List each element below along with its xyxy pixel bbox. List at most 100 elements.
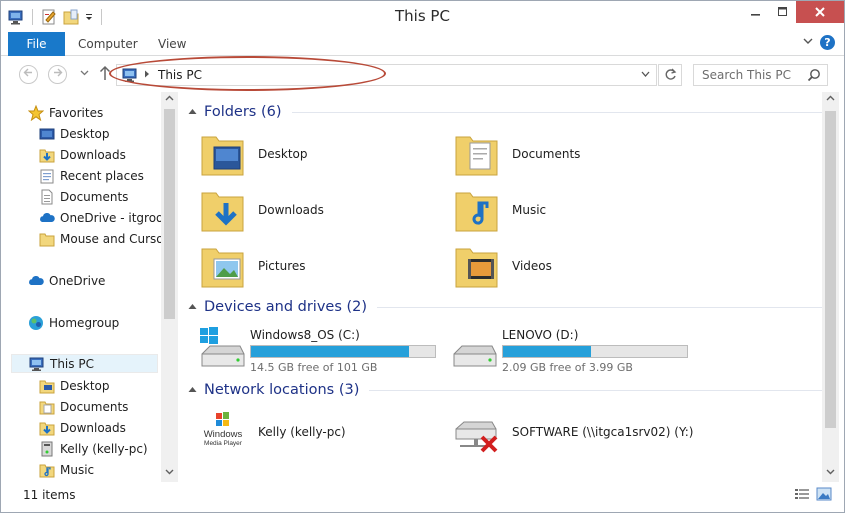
scrollbar-thumb[interactable] — [825, 111, 836, 428]
scroll-down-icon[interactable] — [822, 465, 839, 482]
explorer-window: This PC File Computer View ? This PC Sea… — [0, 0, 845, 513]
close-icon — [815, 7, 825, 17]
svg-text:Windows: Windows — [204, 429, 243, 440]
breadcrumb-chevron-icon[interactable] — [144, 70, 150, 80]
nav-item-homegroup[interactable]: Homegroup — [28, 313, 119, 332]
folder-tile-documents[interactable]: Documents — [452, 129, 580, 179]
folder-tile-videos[interactable]: Videos — [452, 241, 552, 291]
nav-item-this-pc[interactable]: This PC — [11, 354, 158, 373]
maximize-button[interactable] — [769, 1, 796, 23]
back-button[interactable] — [19, 65, 38, 84]
desktop-folder-icon — [39, 378, 55, 394]
videos-folder-icon — [452, 241, 502, 291]
pictures-folder-icon — [198, 241, 248, 291]
large-icons-view-icon[interactable] — [816, 487, 832, 501]
windows-drive-icon — [198, 326, 246, 374]
nav-item-documents[interactable]: Documents — [39, 187, 128, 206]
nav-item-onedrive-itgroov[interactable]: OneDrive - itgroov — [39, 208, 171, 227]
nav-item-desktop[interactable]: Desktop — [39, 124, 110, 143]
scrollbar-thumb[interactable] — [164, 109, 175, 319]
network-location-kelly-pc[interactable]: Windows Media Player Kelly (kelly-pc) — [198, 407, 346, 457]
collapse-caret-icon[interactable] — [188, 108, 197, 117]
back-arrow-icon — [23, 68, 32, 77]
help-icon[interactable]: ? — [820, 35, 835, 50]
drive-c[interactable]: Windows8_OS (C:) 14.5 GB free of 101 GB — [198, 326, 443, 374]
group-network-locations[interactable]: Network locations (3) — [188, 379, 830, 401]
downloads-folder-icon — [39, 147, 55, 163]
refresh-button[interactable] — [658, 64, 682, 86]
nav-item-downloads[interactable]: Downloads — [39, 145, 126, 164]
downloads-folder-icon — [39, 420, 55, 436]
group-divider — [369, 389, 830, 391]
close-button[interactable] — [796, 1, 844, 23]
drive-usage-bar — [250, 345, 436, 358]
nav-item-this-pc-desktop[interactable]: Desktop — [39, 376, 110, 395]
windows-media-player-icon: Windows Media Player — [198, 407, 248, 457]
content-scrollbar[interactable] — [822, 92, 839, 482]
collapse-caret-icon[interactable] — [188, 303, 197, 312]
refresh-icon — [665, 68, 676, 80]
navigation-pane-scrollbar[interactable] — [161, 92, 178, 482]
nav-item-onedrive[interactable]: OneDrive — [28, 271, 105, 290]
scroll-up-icon[interactable] — [161, 92, 178, 109]
search-icon[interactable] — [807, 68, 821, 82]
disconnected-network-drive-icon — [452, 407, 502, 457]
scroll-down-icon[interactable] — [161, 465, 178, 482]
collapse-caret-icon[interactable] — [188, 386, 197, 395]
onedrive-icon — [39, 210, 55, 226]
network-location-software-y[interactable]: SOFTWARE (\\itgca1srv02) (Y:) — [452, 407, 693, 457]
music-folder-icon — [39, 462, 55, 478]
nav-item-music[interactable]: Music — [39, 460, 94, 479]
folder-tile-desktop[interactable]: Desktop — [198, 129, 308, 179]
nav-item-mouse-and-cursor[interactable]: Mouse and Cursor — [39, 229, 169, 248]
desktop-folder-icon — [198, 129, 248, 179]
expand-ribbon-icon[interactable] — [802, 36, 814, 49]
removable-drive-icon — [450, 326, 498, 374]
title-bar: This PC — [1, 1, 844, 32]
documents-icon — [39, 189, 55, 205]
music-folder-icon — [452, 185, 502, 235]
details-view-icon[interactable] — [794, 487, 810, 501]
tab-file[interactable]: File — [8, 32, 65, 56]
ribbon: File Computer View ? — [1, 32, 844, 56]
computer-icon — [122, 68, 138, 83]
onedrive-icon — [28, 273, 44, 289]
group-divider — [291, 111, 822, 113]
folder-tile-pictures[interactable]: Pictures — [198, 241, 306, 291]
window-controls — [742, 1, 844, 23]
drive-d[interactable]: LENOVO (D:) 2.09 GB free of 3.99 GB — [450, 326, 695, 374]
group-header-devices: Devices and drives (2) — [204, 299, 368, 315]
scroll-up-icon[interactable] — [822, 92, 839, 109]
search-input[interactable] — [694, 65, 802, 85]
nav-item-this-pc-downloads[interactable]: Downloads — [39, 418, 126, 437]
up-arrow-icon — [99, 65, 111, 80]
network-computer-icon — [39, 441, 55, 457]
group-folders[interactable]: Folders (6) — [188, 101, 822, 123]
address-dropdown-icon[interactable] — [641, 70, 650, 80]
tab-computer[interactable]: Computer — [78, 37, 138, 51]
window-title: This PC — [395, 7, 450, 25]
group-devices-and-drives[interactable]: Devices and drives (2) — [188, 296, 826, 318]
folder-tile-downloads[interactable]: Downloads — [198, 185, 324, 235]
forward-button[interactable] — [48, 65, 67, 84]
minimize-icon — [750, 14, 760, 16]
minimize-button[interactable] — [742, 1, 769, 23]
search-box[interactable] — [693, 64, 828, 86]
downloads-folder-icon — [198, 185, 248, 235]
recent-locations-icon[interactable] — [80, 68, 89, 79]
nav-item-kelly-pc[interactable]: Kelly (kelly-pc) — [39, 439, 148, 458]
up-button[interactable] — [99, 65, 111, 85]
homegroup-icon — [28, 315, 44, 331]
breadcrumb-this-pc[interactable]: This PC — [158, 68, 202, 82]
group-header-network: Network locations (3) — [204, 382, 360, 398]
address-bar[interactable]: This PC — [116, 64, 657, 86]
tab-view[interactable]: View — [158, 37, 186, 51]
drive-usage-fill — [251, 346, 409, 357]
nav-item-recent-places[interactable]: Recent places — [39, 166, 144, 185]
group-divider — [377, 306, 826, 308]
folder-tile-music[interactable]: Music — [452, 185, 546, 235]
forward-arrow-icon — [54, 68, 63, 77]
nav-item-favorites[interactable]: Favorites — [27, 103, 103, 122]
nav-item-this-pc-documents[interactable]: Documents — [39, 397, 128, 416]
folder-icon — [39, 231, 55, 247]
